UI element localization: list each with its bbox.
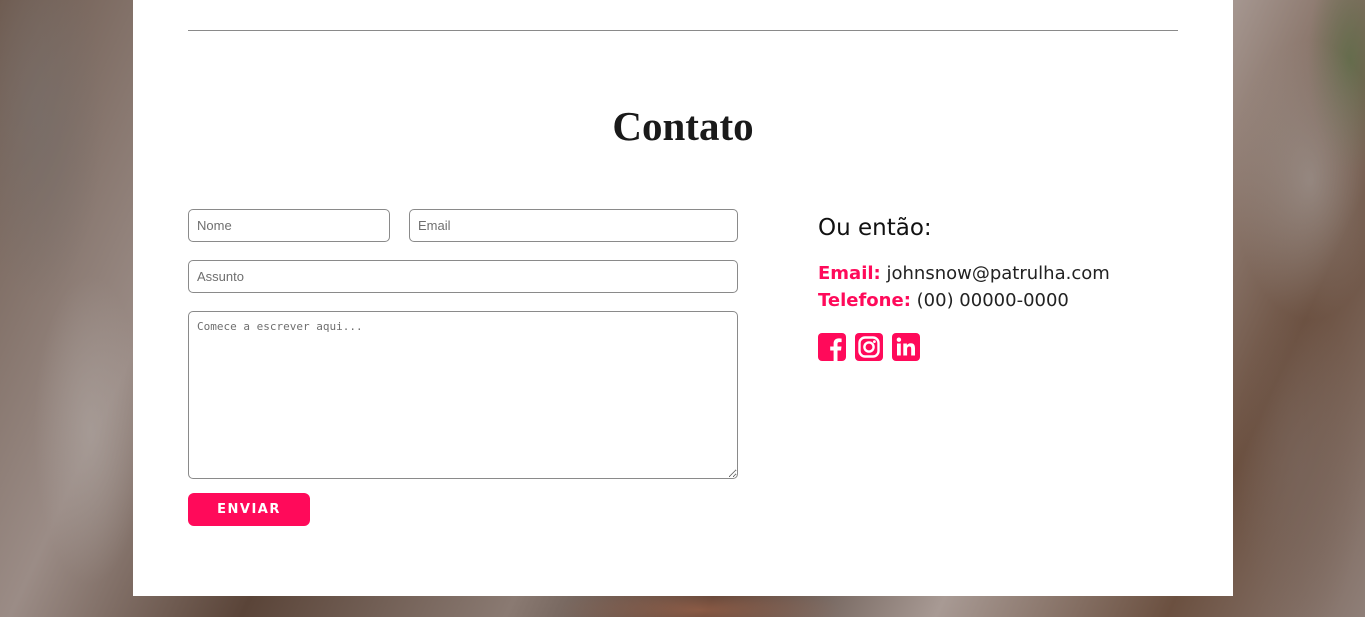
email-value: johnsnow@patrulha.com — [886, 263, 1110, 284]
subject-input[interactable] — [188, 260, 738, 293]
contact-lines: Email: johnsnow@patrulha.com Telefone: (… — [818, 260, 1178, 314]
phone-value: (00) 00000-0000 — [916, 290, 1069, 311]
phone-line: Telefone: (00) 00000-0000 — [818, 287, 1178, 314]
phone-label: Telefone: — [818, 290, 911, 311]
message-textarea[interactable] — [188, 311, 738, 479]
email-label: Email: — [818, 263, 881, 284]
email-input[interactable] — [409, 209, 738, 242]
email-line: Email: johnsnow@patrulha.com — [818, 260, 1178, 287]
send-button[interactable]: ENVIAR — [188, 493, 310, 526]
social-links — [818, 333, 1178, 361]
page-title: Contato — [612, 103, 754, 149]
name-input[interactable] — [188, 209, 390, 242]
instagram-icon[interactable] — [855, 333, 883, 361]
contact-info-heading: Ou então: — [818, 215, 932, 241]
facebook-icon[interactable] — [818, 333, 846, 361]
contact-page-card: Contato ENVIAR Ou então: Email: johnsnow… — [133, 0, 1233, 596]
divider — [188, 30, 1178, 31]
linkedin-icon[interactable] — [892, 333, 920, 361]
contact-info: Ou então: Email: johnsnow@patrulha.com T… — [818, 210, 1178, 361]
